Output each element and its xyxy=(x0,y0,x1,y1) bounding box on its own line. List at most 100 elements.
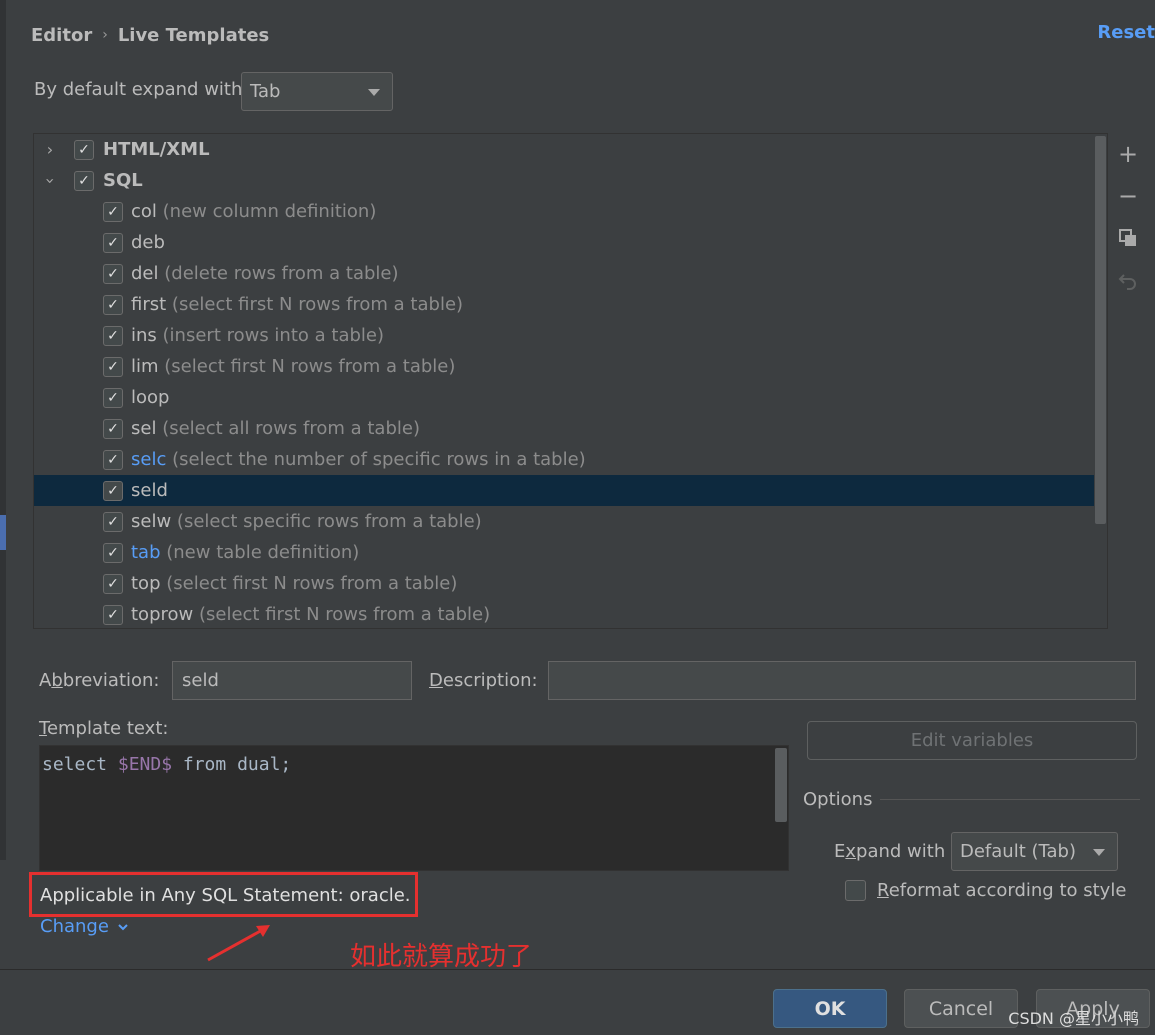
tree-item-label: tab (new table definition) xyxy=(131,542,359,563)
copy-icon[interactable] xyxy=(1116,226,1140,250)
tree-item-abbr: loop xyxy=(131,387,170,408)
tree-item-label: loop xyxy=(131,387,169,408)
tree-item-label: col (new column definition) xyxy=(131,201,376,222)
tree-scrollbar-thumb[interactable] xyxy=(1095,136,1106,524)
tree-group-html-xml[interactable]: › ✓ HTML/XML xyxy=(34,134,1107,165)
ok-button[interactable]: OK xyxy=(773,989,887,1028)
checkbox-checked-icon[interactable]: ✓ xyxy=(103,325,123,346)
watermark-text: CSDN @星小小鸭 xyxy=(1008,1009,1139,1028)
tree-item-desc: (select first N rows from a table) xyxy=(164,356,456,377)
restore-icon[interactable] xyxy=(1116,268,1140,292)
template-text-label: Template text: xyxy=(39,718,169,739)
tree-item-desc: (new column definition) xyxy=(162,201,377,222)
chevron-down-icon[interactable]: › xyxy=(41,174,60,188)
default-expand-label: By default expand with xyxy=(34,79,243,100)
page-title: Live Templates xyxy=(117,24,270,46)
cancel-button[interactable]: Cancel xyxy=(904,989,1018,1028)
tree-item-deb[interactable]: ✓ deb xyxy=(34,227,1107,258)
tree-item-desc: (insert rows into a table) xyxy=(162,325,384,346)
tree-item-label: sel (select all rows from a table) xyxy=(131,418,420,439)
tree-item-abbr: seld xyxy=(131,480,168,501)
tree-item-abbr: tab xyxy=(131,542,161,563)
breadcrumb-parent[interactable]: Editor xyxy=(31,25,92,46)
tree-group-label: HTML/XML xyxy=(103,139,210,160)
checkbox-checked-icon[interactable]: ✓ xyxy=(103,449,123,470)
templates-tree[interactable]: › ✓ HTML/XML › ✓ SQL ✓ col (new column d… xyxy=(33,133,1108,629)
tree-item-desc: (new table definition) xyxy=(166,542,360,563)
tree-item-abbr: del xyxy=(131,263,159,284)
chevron-right-icon[interactable]: › xyxy=(43,141,57,157)
description-input[interactable] xyxy=(548,661,1136,700)
tree-item-label: seld xyxy=(131,480,168,501)
reset-link[interactable]: Reset xyxy=(1097,22,1155,43)
reformat-checkbox[interactable] xyxy=(845,880,866,901)
tree-item-label: del (delete rows from a table) xyxy=(131,263,399,284)
tree-item-label: toprow (select first N rows from a table… xyxy=(131,604,490,625)
description-label: Description: xyxy=(429,670,538,691)
checkbox-checked-icon[interactable]: ✓ xyxy=(103,418,123,439)
abbreviation-label: Abbreviation: xyxy=(39,670,160,691)
checkbox-checked-icon[interactable]: ✓ xyxy=(103,511,123,532)
tree-item-lim[interactable]: ✓ lim (select first N rows from a table) xyxy=(34,351,1107,382)
tree-item-del[interactable]: ✓ del (delete rows from a table) xyxy=(34,258,1107,289)
tree-item-abbr: top xyxy=(131,573,161,594)
reformat-label[interactable]: Reformat according to style xyxy=(877,880,1126,901)
tree-item-desc: (select first N rows from a table) xyxy=(171,294,464,315)
tree-item-first[interactable]: ✓ first (select first N rows from a tabl… xyxy=(34,289,1107,320)
tree-item-label: selw (select specific rows from a table) xyxy=(131,511,482,532)
checkbox-checked-icon[interactable]: ✓ xyxy=(103,201,123,222)
options-title: Options xyxy=(803,789,873,810)
checkbox-checked-icon[interactable]: ✓ xyxy=(103,604,123,625)
annotation-arrow-icon xyxy=(207,925,270,962)
tree-item-col[interactable]: ✓ col (new column definition) xyxy=(34,196,1107,227)
remove-icon[interactable]: − xyxy=(1116,182,1140,210)
checkbox-checked-icon[interactable]: ✓ xyxy=(103,542,123,563)
tree-item-ins[interactable]: ✓ ins (insert rows into a table) xyxy=(34,320,1107,351)
checkbox-checked-icon[interactable]: ✓ xyxy=(103,573,123,594)
tree-item-desc: (select the number of specific rows in a… xyxy=(172,449,586,470)
tree-item-loop[interactable]: ✓ loop xyxy=(34,382,1107,413)
change-context-link[interactable]: Change xyxy=(40,916,129,937)
tree-item-selw[interactable]: ✓ selw (select specific rows from a tabl… xyxy=(34,506,1107,537)
checkbox-checked-icon[interactable]: ✓ xyxy=(103,356,123,377)
tree-item-seld[interactable]: ✓ seld xyxy=(34,475,1107,506)
tree-item-abbr: first xyxy=(131,294,167,315)
tree-item-abbr: col xyxy=(131,201,157,222)
expand-with-select[interactable]: Default (Tab) xyxy=(951,832,1118,871)
edit-variables-button[interactable]: Edit variables xyxy=(807,721,1137,760)
default-expand-select[interactable]: Tab xyxy=(241,72,393,111)
left-strip-selection xyxy=(0,515,6,550)
checkbox-checked-icon[interactable]: ✓ xyxy=(74,170,94,191)
tree-group-sql[interactable]: › ✓ SQL xyxy=(34,165,1107,196)
options-divider xyxy=(880,799,1140,800)
left-strip xyxy=(0,0,6,860)
template-text-editor[interactable]: select $END$ from dual; xyxy=(39,745,789,871)
tree-item-desc: (select specific rows from a table) xyxy=(176,511,482,532)
checkbox-checked-icon[interactable]: ✓ xyxy=(103,387,123,408)
template-scrollbar-thumb[interactable] xyxy=(775,748,787,822)
default-expand-value: Tab xyxy=(250,81,281,102)
tree-item-label: first (select first N rows from a table) xyxy=(131,294,463,315)
tree-item-desc: (select first N rows from a table) xyxy=(198,604,491,625)
annotation-highlight-box xyxy=(29,872,418,917)
expand-with-label: Expand with xyxy=(834,841,946,862)
tree-item-sel[interactable]: ✓ sel (select all rows from a table) xyxy=(34,413,1107,444)
tree-item-label: deb xyxy=(131,232,165,253)
annotation-text: 如此就算成功了 xyxy=(350,942,533,972)
checkbox-checked-icon[interactable]: ✓ xyxy=(103,263,123,284)
tree-item-abbr: ins xyxy=(131,325,157,346)
checkbox-checked-icon[interactable]: ✓ xyxy=(103,294,123,315)
abbreviation-input[interactable]: seld xyxy=(172,661,412,700)
chevron-down-icon xyxy=(368,88,380,96)
chevron-down-icon xyxy=(1093,848,1105,856)
checkbox-checked-icon[interactable]: ✓ xyxy=(103,480,123,501)
tree-item-toprow[interactable]: ✓ toprow (select first N rows from a tab… xyxy=(34,599,1107,628)
tree-item-abbr: sel xyxy=(131,418,157,439)
add-icon[interactable]: + xyxy=(1116,140,1140,168)
tree-item-desc: (select first N rows from a table) xyxy=(166,573,458,594)
tree-item-tab[interactable]: ✓ tab (new table definition) xyxy=(34,537,1107,568)
tree-item-top[interactable]: ✓ top (select first N rows from a table) xyxy=(34,568,1107,599)
checkbox-checked-icon[interactable]: ✓ xyxy=(103,232,123,253)
checkbox-checked-icon[interactable]: ✓ xyxy=(74,139,94,160)
tree-item-selc[interactable]: ✓ selc (select the number of specific ro… xyxy=(34,444,1107,475)
